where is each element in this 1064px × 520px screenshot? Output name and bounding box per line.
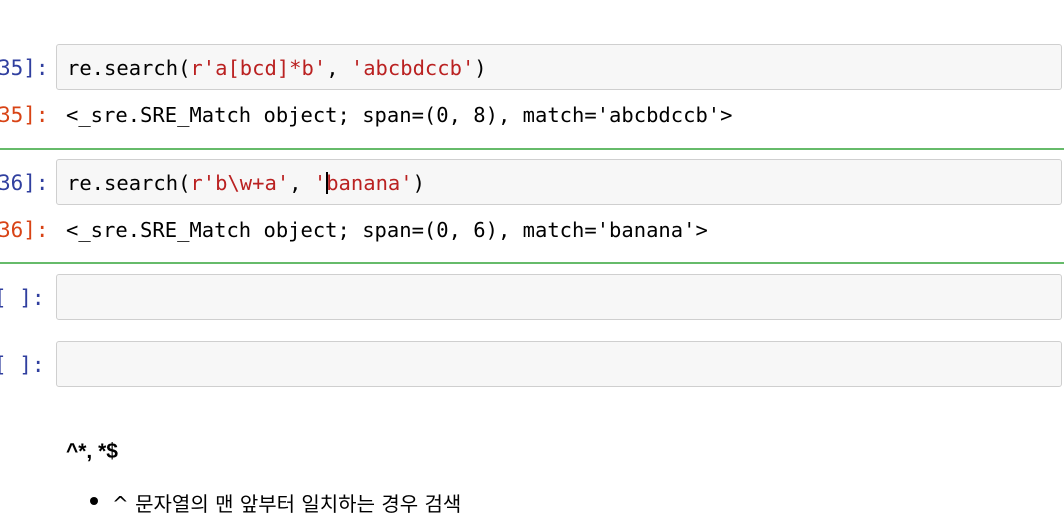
input-prompt: [ ]: [0, 286, 45, 310]
selected-cell-divider [0, 262, 1064, 264]
list-item-text: ^ 문자열의 맨 앞부터 일치하는 경우 검색 [112, 492, 462, 516]
bullet-icon [90, 497, 98, 505]
input-prompt: 35]: [0, 56, 49, 80]
code-input[interactable]: re.search(r'b\w+a', 'banana') [56, 159, 1062, 205]
markdown-heading: ^*, *$ [66, 440, 118, 463]
cell-output: <_sre.SRE_Match object; span=(0, 6), mat… [66, 218, 708, 242]
markdown-bullet-list: ^ 문자열의 맨 앞부터 일치하는 경우 검색 [90, 488, 461, 517]
input-prompt: 36]: [0, 171, 49, 195]
code-input[interactable]: re.search(r'a[bcd]*b', 'abcbdccb') [56, 44, 1062, 90]
cell-output: <_sre.SRE_Match object; span=(0, 8), mat… [66, 103, 733, 127]
code-input[interactable] [56, 274, 1062, 320]
code-text: re.search(r'b\w+a', 'banana') [67, 171, 425, 195]
output-prompt: 36]: [0, 218, 49, 242]
selected-cell-divider [0, 148, 1064, 150]
list-item: ^ 문자열의 맨 앞부터 일치하는 경우 검색 [90, 488, 461, 517]
output-prompt: 35]: [0, 103, 49, 127]
input-prompt: [ ]: [0, 353, 45, 377]
code-input[interactable] [56, 341, 1062, 387]
code-text: re.search(r'a[bcd]*b', 'abcbdccb') [67, 56, 487, 80]
